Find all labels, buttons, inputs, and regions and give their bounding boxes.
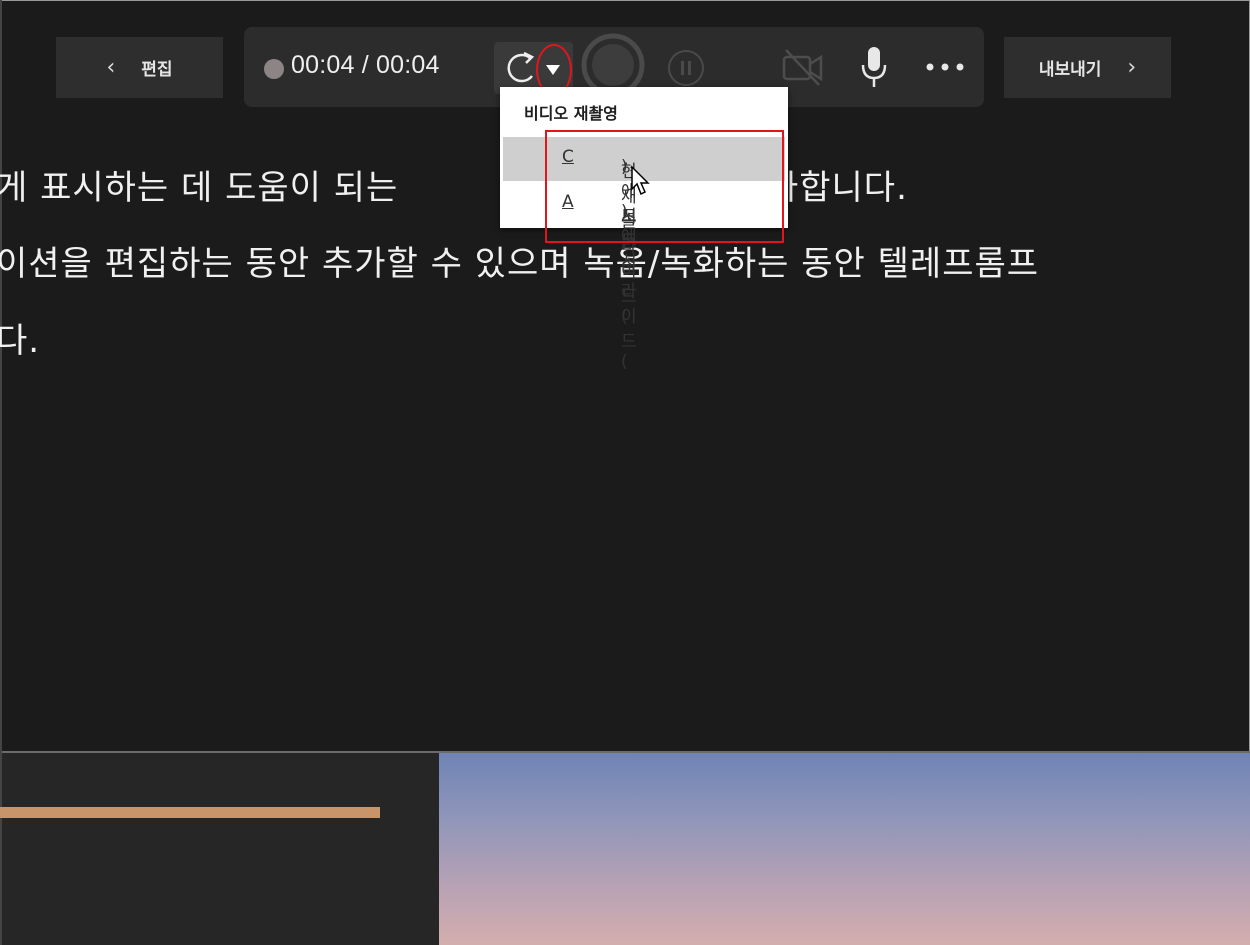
edit-label: 편집 [141,60,173,80]
notes-line-3: 다. [0,321,41,361]
export-button[interactable]: 내보내기 › [1004,37,1171,98]
notes-line-2: 이션을 편집하는 동안 추가할 수 있으며 녹음/녹화하는 동안 텔레프롬프 [0,244,1040,284]
more-options-icon[interactable] [924,55,966,79]
export-label: 내보내기 [1038,60,1102,80]
slide-thumbnail-panel [2,753,439,945]
camera-off-icon[interactable] [781,47,825,87]
timecode: 00:04 / 00:04 [291,51,440,79]
mouse-pointer-icon [631,165,650,196]
chevron-right-icon: › [1127,55,1137,80]
slide-preview [439,753,1250,945]
recording-status-dot [264,59,284,79]
menu-annotation-box [545,130,784,243]
microphone-icon[interactable] [859,45,889,89]
notes-line-1a: 게 표시하는 데 도움이 되는 [0,168,399,208]
pause-icon[interactable] [667,49,705,87]
edit-button[interactable]: ‹ 편집 [56,37,223,98]
menu-title: 비디오 재촬영 [524,104,618,123]
accent-line [0,807,380,818]
chevron-left-icon: ‹ [106,55,116,80]
